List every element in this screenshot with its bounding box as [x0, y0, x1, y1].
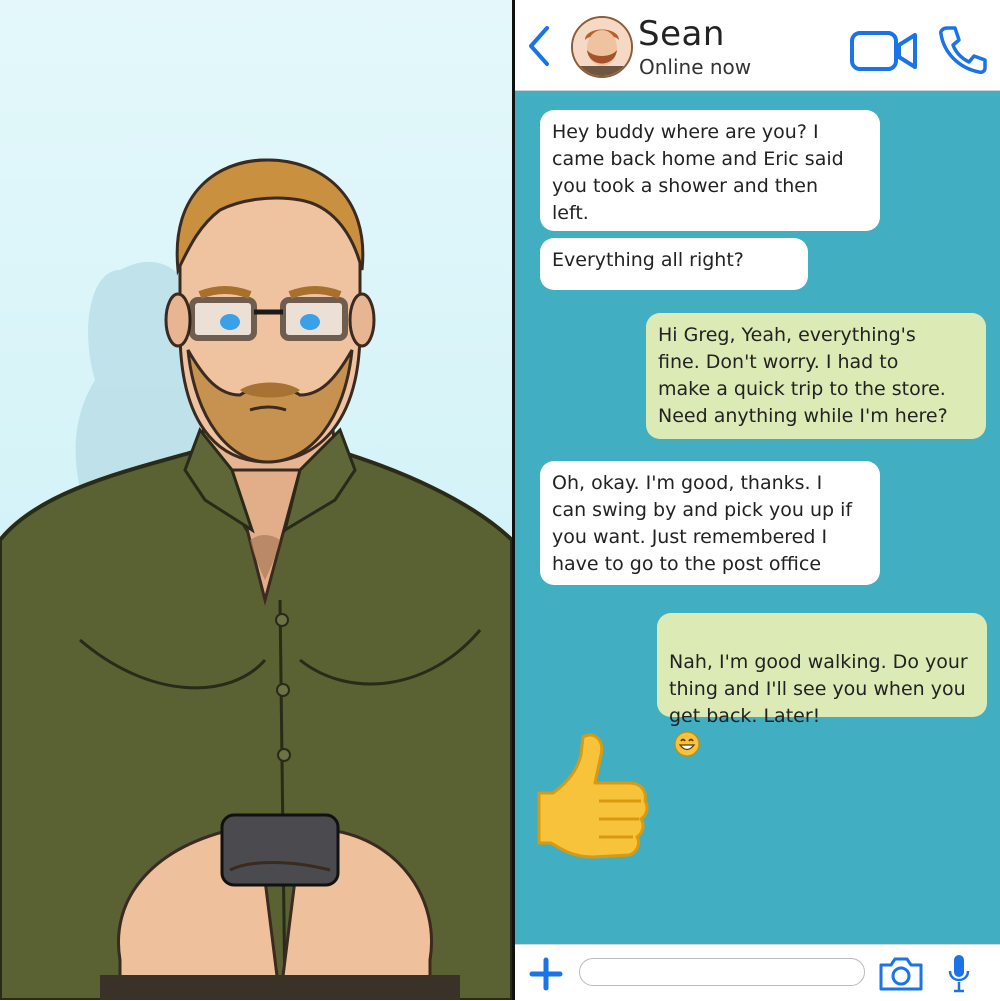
- message-bubble-incoming: Hey buddy where are you? I came back hom…: [540, 110, 880, 231]
- plus-icon[interactable]: [527, 955, 565, 993]
- chevron-left-icon[interactable]: [523, 22, 555, 70]
- message-bubble-incoming: Oh, okay. I'm good, thanks. I can swing …: [540, 461, 880, 585]
- message-list: Hey buddy where are you? I came back hom…: [515, 91, 1000, 944]
- thumbs-up-icon: [537, 733, 649, 859]
- message-input[interactable]: [579, 958, 865, 986]
- character-illustration: [0, 0, 512, 1000]
- camera-icon[interactable]: [877, 955, 925, 993]
- chat-screen: Sean Online now Hey buddy where are you?…: [515, 0, 1000, 1001]
- phone-icon[interactable]: [937, 24, 987, 76]
- message-bubble-outgoing: Hi Greg, Yeah, everything's fine. Don't …: [646, 313, 986, 439]
- grinning-face-emoji-icon: [674, 731, 700, 757]
- video-camera-icon[interactable]: [849, 28, 919, 74]
- chat-header: Sean Online now: [515, 0, 1000, 91]
- contact-name: Sean: [638, 14, 725, 54]
- message-text: Nah, I'm good walking. Do your thing and…: [669, 651, 968, 727]
- avatar-portrait: [573, 18, 631, 76]
- message-input-bar: [515, 944, 1000, 1001]
- message-bubble-incoming: Everything all right?: [540, 238, 808, 290]
- message-bubble-outgoing: Nah, I'm good walking. Do your thing and…: [657, 613, 987, 757]
- microphone-icon[interactable]: [947, 953, 971, 995]
- character-art: [0, 158, 512, 1000]
- online-status: Online now: [639, 55, 752, 79]
- avatar[interactable]: [571, 16, 633, 78]
